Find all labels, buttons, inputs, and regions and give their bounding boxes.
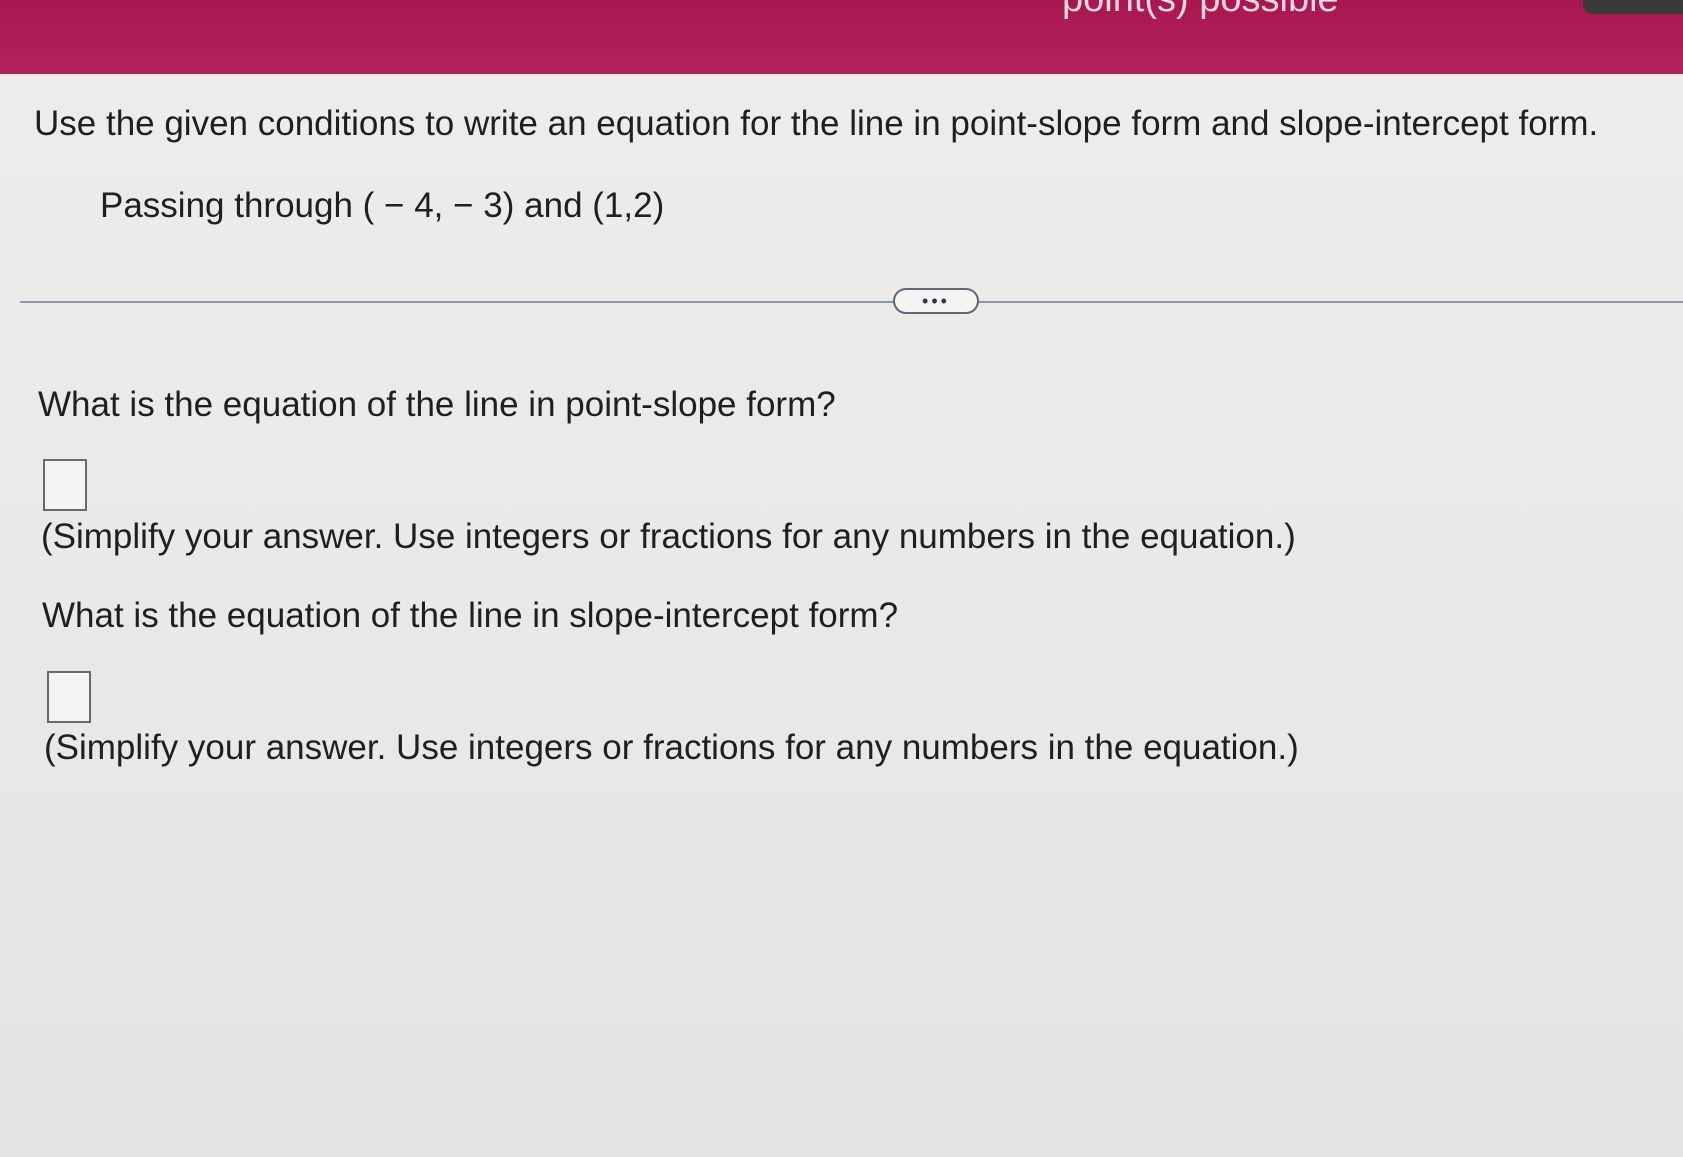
section-divider xyxy=(20,301,1683,303)
question-point-slope-prompt: What is the equation of the line in poin… xyxy=(38,385,836,424)
slope-intercept-answer-input[interactable] xyxy=(47,671,91,723)
slope-intercept-hint: (Simplify your answer. Use integers or f… xyxy=(44,728,1299,767)
header-corner-tab xyxy=(1583,0,1683,14)
points-possible-label: point(s) possible xyxy=(1062,0,1339,21)
point-slope-hint: (Simplify your answer. Use integers or f… xyxy=(41,517,1296,556)
question-slope-intercept-prompt: What is the equation of the line in slop… xyxy=(42,596,899,635)
expand-more-button[interactable]: ••• xyxy=(893,288,979,314)
problem-condition: Passing through ( − 4, − 3) and (1,2) xyxy=(100,186,665,225)
header-bar: point(s) possible xyxy=(0,0,1683,74)
problem-instruction: Use the given conditions to write an equ… xyxy=(34,104,1599,143)
point-slope-answer-input[interactable] xyxy=(43,459,87,511)
